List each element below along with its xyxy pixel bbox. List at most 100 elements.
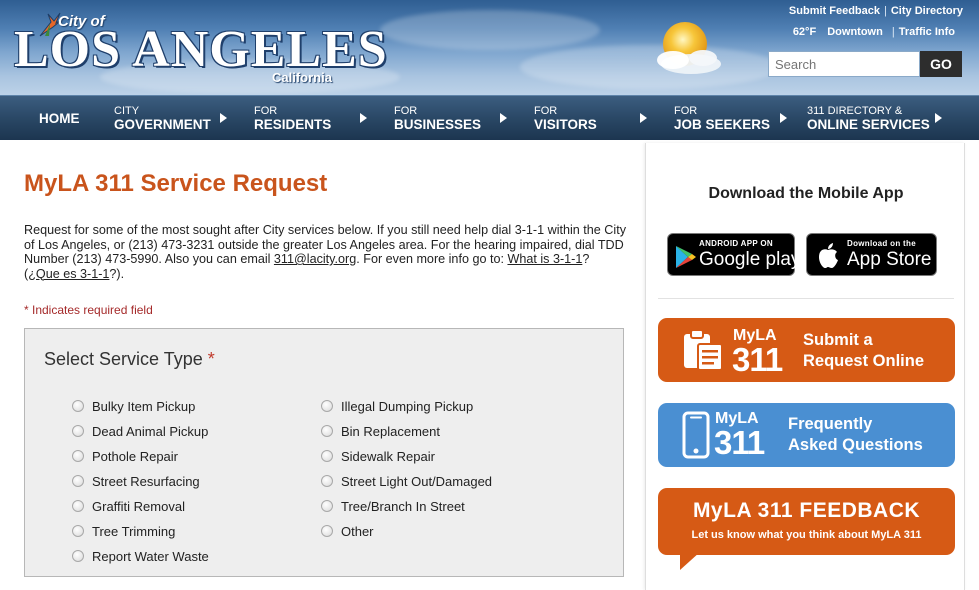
link-separator: | (891, 26, 895, 38)
google-play-badge[interactable]: ANDROID APP ON Google play (667, 233, 800, 276)
city-directory-link[interactable]: City Directory (891, 5, 963, 17)
cloud-decoration (380, 10, 600, 50)
nav-label-big: RESIDENTS (254, 117, 332, 132)
nav-city-government[interactable]: CITY GOVERNMENT (114, 96, 211, 141)
nav-home-label: HOME (39, 111, 80, 126)
logo-state-text: California (272, 70, 332, 85)
search-go-button[interactable]: GO (920, 51, 962, 77)
radio-button[interactable] (321, 400, 333, 412)
google-play-icon (676, 246, 696, 268)
feedback-button[interactable]: MyLA 311 FEEDBACK Let us know what you t… (658, 488, 955, 555)
weather-temp: 62°F (792, 26, 817, 38)
feedback-subtitle: Let us know what you think about MyLA 31… (691, 529, 922, 541)
page-title: MyLA 311 Service Request (24, 170, 328, 197)
feedback-title: MyLA 311 FEEDBACK (692, 499, 921, 522)
radio-button[interactable] (72, 450, 84, 462)
nav-for-job-seekers[interactable]: FOR JOB SEEKERS (674, 96, 770, 141)
nav-label-big: GOVERNMENT (114, 117, 211, 132)
radio-button[interactable] (321, 425, 333, 437)
nav-311-directory[interactable]: 311 DIRECTORY & ONLINE SERVICES (807, 96, 930, 141)
nav-label-small: 311 DIRECTORY & (807, 105, 903, 117)
submit-feedback-link[interactable]: Submit Feedback (789, 5, 880, 17)
promo-text: Submit a Request Online (803, 330, 924, 372)
google-play-small-text: ANDROID APP ON (699, 239, 773, 248)
nav-home[interactable]: HOME (39, 96, 80, 141)
que-es-311-link[interactable]: ¿Que es 3-1-1 (28, 267, 109, 281)
radio-label: Bin Replacement (341, 424, 440, 439)
app-store-small-text: Download on the (847, 239, 916, 248)
radio-label: Bulky Item Pickup (92, 399, 196, 414)
app-store-big-text: App Store (847, 249, 932, 270)
nav-for-residents[interactable]: FOR RESIDENTS (254, 96, 331, 141)
nav-label-big: BUSINESSES (394, 117, 482, 132)
nav-arrow-icon (360, 113, 367, 123)
sidebar-divider (658, 298, 954, 299)
search-input[interactable] (768, 51, 920, 77)
radio-label: Other (341, 524, 374, 539)
promo-311-text: 311 (714, 424, 765, 461)
link-separator: | (884, 5, 887, 17)
nav-arrow-icon (935, 113, 942, 123)
radio-label: Street Resurfacing (92, 474, 200, 489)
radio-label: Sidewalk Repair (341, 449, 435, 464)
promo-text-line: Frequently (788, 415, 873, 433)
radio-button[interactable] (72, 475, 84, 487)
nav-label-small: FOR (674, 105, 698, 117)
traffic-info-link[interactable]: Traffic Info (899, 26, 955, 38)
radio-button[interactable] (72, 500, 84, 512)
intro-text: . For even more info go to: (356, 252, 508, 266)
required-asterisk: * (207, 349, 215, 369)
nav-label-small: FOR (534, 105, 558, 117)
intro-text: ?). (109, 266, 125, 281)
nav-label-big: JOB SEEKERS (674, 117, 771, 132)
radio-button[interactable] (72, 550, 84, 562)
nav-arrow-icon (640, 113, 647, 123)
radio-label: Pothole Repair (92, 449, 178, 464)
promo-text-line: Request Online (803, 352, 925, 370)
smartphone-icon (682, 411, 710, 459)
logo-title: LOS ANGELES (14, 21, 388, 78)
promo-text-line: Submit a (803, 331, 873, 349)
promo-text: Frequently Asked Questions (788, 414, 923, 456)
service-type-panel: Select Service Type * Bulky Item Pickup … (24, 328, 624, 577)
nav-arrow-icon (500, 113, 507, 123)
radio-label: Illegal Dumping Pickup (341, 399, 474, 414)
google-play-big-text: Google play (699, 249, 801, 270)
app-store-badge[interactable]: Download on the App Store (806, 233, 937, 276)
city-logo[interactable]: City of LOS ANGELES California (14, 10, 387, 90)
service-heading-text: Select Service Type (44, 349, 203, 369)
nav-label-small: FOR (394, 105, 418, 117)
radio-button[interactable] (321, 475, 333, 487)
radio-label: Graffiti Removal (92, 499, 185, 514)
radio-button[interactable] (72, 425, 84, 437)
radio-button[interactable] (321, 525, 333, 537)
faq-button[interactable]: MyLA 311 Frequently Asked Questions (658, 403, 955, 467)
radio-button[interactable] (72, 400, 84, 412)
email-link[interactable]: 311@lacity.org (274, 252, 356, 266)
radio-label: Dead Animal Pickup (92, 424, 209, 439)
radio-button[interactable] (321, 450, 333, 462)
nav-label-small: CITY (114, 105, 140, 117)
promo-311-text: 311 (732, 341, 783, 378)
nav-label-big: ONLINE SERVICES (807, 117, 930, 132)
radio-label: Street Light Out/Damaged (341, 474, 493, 489)
service-type-heading: Select Service Type * (44, 349, 215, 370)
radio-label: Tree/Branch In Street (341, 499, 465, 514)
intro-paragraph: Request for some of the most sought afte… (24, 223, 628, 281)
mobile-app-heading: Download the Mobile App (708, 185, 904, 202)
nav-arrow-icon (220, 113, 227, 123)
weather-location[interactable]: Downtown (827, 26, 883, 38)
required-field-note: * Indicates required field (24, 303, 153, 317)
site-header: City of LOS ANGELES California Submit Fe… (0, 0, 979, 95)
radio-button[interactable] (321, 500, 333, 512)
radio-button[interactable] (72, 525, 84, 537)
nav-for-visitors[interactable]: FOR VISITORS (534, 96, 597, 141)
nav-for-businesses[interactable]: FOR BUSINESSES (394, 96, 481, 141)
weather-traffic-row: 62°F Downtown | Traffic Info (785, 26, 955, 38)
promo-text-line: Asked Questions (788, 436, 923, 454)
radio-label: Report Water Waste (92, 549, 209, 564)
submit-request-online-button[interactable]: MyLA 311 Submit a Request Online (658, 318, 955, 382)
utility-links: Submit Feedback | City Directory (789, 5, 963, 17)
what-is-311-link[interactable]: What is 3-1-1 (507, 252, 582, 266)
nav-label-big: VISITORS (534, 117, 597, 132)
